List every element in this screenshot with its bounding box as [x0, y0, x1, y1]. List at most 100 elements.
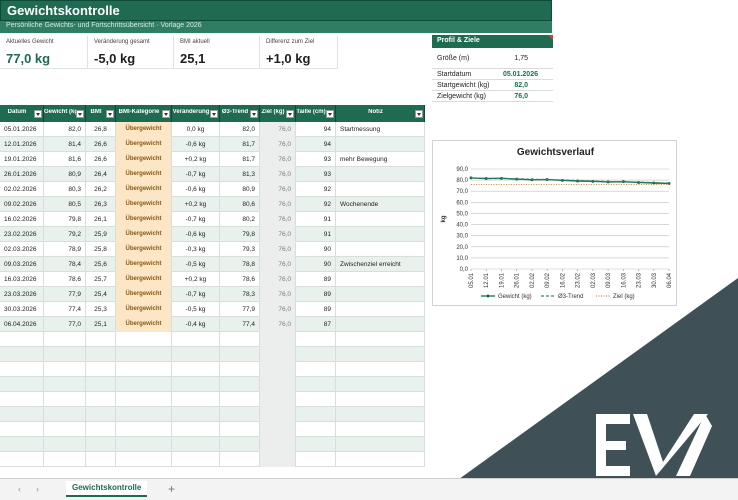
cell-waist[interactable]: 92: [296, 182, 336, 197]
cell-waist[interactable]: 94: [296, 122, 336, 137]
cell-trend[interactable]: [220, 422, 260, 437]
cell-waist[interactable]: 92: [296, 197, 336, 212]
cell-bmi-category[interactable]: Übergewicht: [116, 302, 172, 317]
cell-note[interactable]: [336, 242, 425, 257]
cell-note[interactable]: [336, 272, 425, 287]
cell-date[interactable]: 05.01.2026: [0, 122, 44, 137]
cell-note[interactable]: [336, 362, 425, 377]
cell-date[interactable]: 26.01.2026: [0, 167, 44, 182]
cell-waist[interactable]: 93: [296, 152, 336, 167]
cell-trend[interactable]: 78,6: [220, 272, 260, 287]
filter-dropdown-icon[interactable]: [162, 110, 170, 118]
cell-goal[interactable]: [260, 347, 296, 362]
cell-trend[interactable]: [220, 437, 260, 452]
cell-goal[interactable]: 76,0: [260, 122, 296, 137]
cell-goal[interactable]: 76,0: [260, 212, 296, 227]
cell-date[interactable]: [0, 377, 44, 392]
cell-weight[interactable]: 78,4: [44, 257, 86, 272]
prev-sheet-button[interactable]: ‹: [18, 484, 21, 494]
column-header-date[interactable]: Datum: [0, 105, 44, 122]
sheet-tab-gewichtskontrolle[interactable]: Gewichtskontrolle: [66, 481, 148, 497]
cell-bmi-category[interactable]: Übergewicht: [116, 167, 172, 182]
cell-date[interactable]: 02.03.2026: [0, 242, 44, 257]
cell-weight[interactable]: 77,9: [44, 287, 86, 302]
cell-trend[interactable]: [220, 407, 260, 422]
cell-change[interactable]: -0,3 kg: [172, 242, 220, 257]
cell-change[interactable]: -0,6 kg: [172, 182, 220, 197]
cell-date[interactable]: [0, 407, 44, 422]
cell-change[interactable]: -0,7 kg: [172, 167, 220, 182]
cell-bmi[interactable]: 25,4: [86, 287, 116, 302]
cell-date[interactable]: [0, 437, 44, 452]
cell-bmi[interactable]: 25,9: [86, 227, 116, 242]
cell-date[interactable]: [0, 362, 44, 377]
cell-note[interactable]: [336, 332, 425, 347]
cell-note[interactable]: [336, 167, 425, 182]
cell-waist[interactable]: [296, 332, 336, 347]
cell-date[interactable]: 23.03.2026: [0, 287, 44, 302]
cell-date[interactable]: 02.02.2026: [0, 182, 44, 197]
cell-bmi-category[interactable]: [116, 437, 172, 452]
cell-bmi-category[interactable]: Übergewicht: [116, 122, 172, 137]
cell-goal[interactable]: [260, 377, 296, 392]
cell-bmi[interactable]: [86, 392, 116, 407]
cell-waist[interactable]: [296, 392, 336, 407]
cell-change[interactable]: [172, 332, 220, 347]
cell-goal[interactable]: [260, 422, 296, 437]
cell-trend[interactable]: 78,8: [220, 257, 260, 272]
cell-note[interactable]: [336, 302, 425, 317]
cell-note[interactable]: [336, 377, 425, 392]
cell-weight[interactable]: [44, 377, 86, 392]
cell-waist[interactable]: 87: [296, 317, 336, 332]
cell-date[interactable]: 12.01.2026: [0, 137, 44, 152]
cell-note[interactable]: Startmessung: [336, 122, 425, 137]
profile-row-height[interactable]: Größe (m) 1,75: [432, 48, 553, 69]
cell-waist[interactable]: 94: [296, 137, 336, 152]
cell-bmi[interactable]: 25,6: [86, 257, 116, 272]
cell-bmi-category[interactable]: Übergewicht: [116, 257, 172, 272]
cell-change[interactable]: 0,0 kg: [172, 122, 220, 137]
cell-trend[interactable]: [220, 332, 260, 347]
cell-bmi[interactable]: [86, 452, 116, 467]
cell-change[interactable]: -0,5 kg: [172, 302, 220, 317]
cell-bmi-category[interactable]: Übergewicht: [116, 182, 172, 197]
cell-weight[interactable]: 79,2: [44, 227, 86, 242]
cell-trend[interactable]: [220, 362, 260, 377]
cell-waist[interactable]: [296, 407, 336, 422]
cell-bmi[interactable]: 26,8: [86, 122, 116, 137]
weight-chart[interactable]: Gewichtsverlauf 0,0 10,0 20,0 30,0 40,0 50,0 6…: [432, 140, 677, 306]
cell-note[interactable]: [336, 137, 425, 152]
cell-weight[interactable]: [44, 362, 86, 377]
cell-date[interactable]: [0, 452, 44, 467]
cell-waist[interactable]: 90: [296, 242, 336, 257]
column-header-waist[interactable]: Taille (cm): [296, 105, 336, 122]
cell-waist[interactable]: 91: [296, 227, 336, 242]
filter-dropdown-icon[interactable]: [286, 110, 294, 118]
cell-waist[interactable]: [296, 452, 336, 467]
cell-waist[interactable]: [296, 437, 336, 452]
cell-weight[interactable]: 80,5: [44, 197, 86, 212]
cell-date[interactable]: [0, 392, 44, 407]
cell-bmi[interactable]: 25,8: [86, 242, 116, 257]
filter-dropdown-icon[interactable]: [106, 110, 114, 118]
cell-change[interactable]: +0,2 kg: [172, 197, 220, 212]
column-header-weight[interactable]: Gewicht (kg): [44, 105, 86, 122]
cell-goal[interactable]: [260, 392, 296, 407]
cell-bmi-category[interactable]: [116, 452, 172, 467]
cell-change[interactable]: [172, 452, 220, 467]
cell-goal[interactable]: [260, 362, 296, 377]
cell-waist[interactable]: 91: [296, 212, 336, 227]
cell-goal[interactable]: [260, 407, 296, 422]
cell-bmi-category[interactable]: Übergewicht: [116, 137, 172, 152]
cell-weight[interactable]: [44, 332, 86, 347]
cell-bmi[interactable]: 25,7: [86, 272, 116, 287]
cell-bmi[interactable]: 26,4: [86, 167, 116, 182]
cell-waist[interactable]: 89: [296, 272, 336, 287]
cell-trend[interactable]: [220, 347, 260, 362]
column-header-goal[interactable]: Ziel (kg): [260, 105, 296, 122]
cell-note[interactable]: [336, 422, 425, 437]
cell-goal[interactable]: 76,0: [260, 257, 296, 272]
cell-date[interactable]: 09.02.2026: [0, 197, 44, 212]
profile-row-goal-weight[interactable]: Zielgewicht (kg) 76,0: [432, 91, 553, 102]
cell-waist[interactable]: [296, 347, 336, 362]
